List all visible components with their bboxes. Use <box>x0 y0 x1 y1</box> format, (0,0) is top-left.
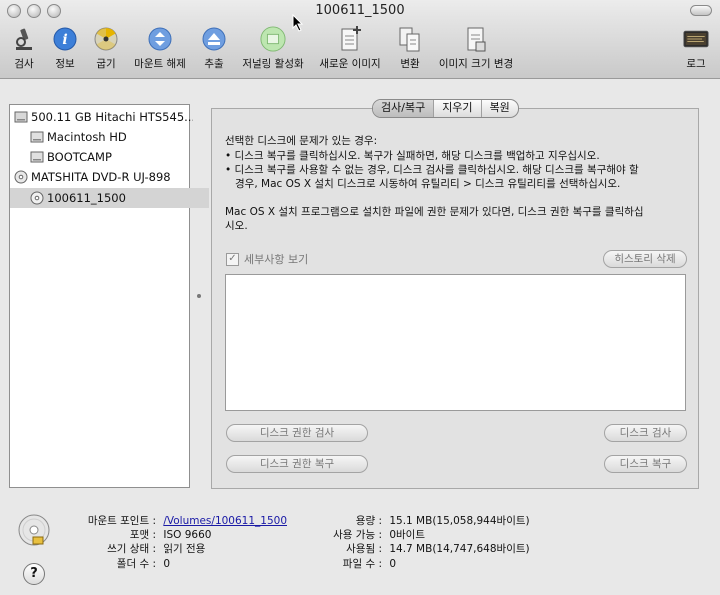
available-row: 사용 가능 : 0바이트 <box>300 528 425 543</box>
info-icon: i <box>52 26 78 52</box>
help-button[interactable]: ? <box>23 563 45 585</box>
available-label: 사용 가능 : <box>333 529 382 541</box>
toolbar-label: 굽기 <box>96 58 116 70</box>
toolbar-label: 추출 <box>204 58 224 70</box>
capacity-row: 용량 : 15.1 MB(15,058,944바이트) <box>300 514 530 529</box>
toolbar-label: 정보 <box>55 58 75 70</box>
sidebar-item-label: 500.11 GB Hitachi HTS545... <box>31 110 193 124</box>
toolbar-label: 검사 <box>14 58 34 70</box>
mouse-pointer-icon <box>292 14 304 32</box>
disk-list-sidebar[interactable]: 500.11 GB Hitachi HTS545... Macintosh HD… <box>9 104 209 488</box>
sidebar-item-label: Macintosh HD <box>47 130 127 144</box>
disc-icon <box>30 191 44 205</box>
microscope-icon <box>11 26 37 52</box>
clear-history-button[interactable]: 히스토리 삭제 <box>603 250 687 268</box>
format-row: 포맷 : ISO 9660 <box>60 528 212 543</box>
mount-point-label: 마운트 포인트 : <box>87 515 156 527</box>
instruction-text: 선택한 디스크에 문제가 있는 경우: <box>225 135 378 147</box>
write-status-value: 읽기 전용 <box>163 543 206 555</box>
disc-image-icon <box>18 514 50 546</box>
sidebar-item-disc-image[interactable]: 100611_1500 <box>10 188 209 208</box>
instruction-text: • 디스크 복구를 클릭하십시오. 복구가 실패하면, 해당 디스크를 백업하고… <box>225 150 600 162</box>
sidebar-item-label: MATSHITA DVD-R UJ-898 <box>31 170 171 184</box>
resize-image-icon <box>463 26 489 52</box>
files-row: 파일 수 : 0 <box>300 557 396 572</box>
write-status-row: 쓰기 상태 : 읽기 전용 <box>60 542 205 557</box>
toolbar-new-image-button[interactable]: 새로운 이미지 <box>316 26 384 71</box>
toolbar-unmount-button[interactable]: 마운트 해제 <box>129 26 191 71</box>
toolbar-info-button[interactable]: i 정보 <box>51 26 79 71</box>
toolbar-label: 저널링 활성화 <box>242 58 304 70</box>
toolbar-label: 로그 <box>686 58 706 70</box>
verify-disk-button[interactable]: 디스크 검사 <box>604 424 687 442</box>
toolbar-label: 새로운 이미지 <box>319 58 381 70</box>
files-value: 0 <box>389 558 397 570</box>
instruction-text: 경우, Mac OS X 설치 디스크로 시동하여 유틸리티 > 디스크 유틸리… <box>225 178 621 190</box>
toolbar-convert-button[interactable]: 변환 <box>396 26 424 71</box>
verify-permissions-button[interactable]: 디스크 권한 검사 <box>226 424 368 442</box>
capacity-value: 15.1 MB(15,058,944바이트) <box>389 515 530 527</box>
sidebar-item-hitachi-disk[interactable]: 500.11 GB Hitachi HTS545... <box>10 107 193 127</box>
folders-label: 폴더 수 : <box>116 558 156 570</box>
toolbar-verify-button[interactable]: 검사 <box>10 26 38 71</box>
checkmark-icon: ✓ <box>226 252 239 266</box>
folders-row: 폴더 수 : 0 <box>60 557 170 572</box>
window-title: 100611_1500 <box>315 3 405 18</box>
volume-icon <box>30 151 44 163</box>
instruction-text: Mac OS X 설치 프로그램으로 설치한 파일에 권한 문제가 있다면, 디… <box>225 206 644 218</box>
tab-restore[interactable]: 복원 <box>480 100 518 117</box>
folders-value: 0 <box>163 558 171 570</box>
hard-disk-icon <box>14 111 28 123</box>
details-log-area[interactable] <box>225 274 686 411</box>
tab-first-aid[interactable]: 검사/복구 <box>373 100 434 117</box>
mount-point-row: 마운트 포인트 : /Volumes/100611_1500 <box>60 514 287 529</box>
toolbar-resize-image-button[interactable]: 이미지 크기 변경 <box>434 26 518 71</box>
new-image-icon <box>337 26 363 52</box>
toolbar-toggle-button[interactable] <box>690 5 712 16</box>
instruction-text: • 디스크 복구를 사용할 수 없는 경우, 디스크 검사를 클릭하십시오. 해… <box>225 164 639 176</box>
format-value: ISO 9660 <box>163 529 212 541</box>
repair-disk-button[interactable]: 디스크 복구 <box>604 455 687 473</box>
split-view-handle[interactable] <box>197 294 201 298</box>
title-bar: 100611_1500 검사 i 정보 굽기 마운트 해제 추출 저널링 활성화… <box>0 0 720 79</box>
toolbar-burn-button[interactable]: 굽기 <box>92 26 120 71</box>
toolbar-label: 마운트 해제 <box>134 58 186 70</box>
available-value: 0바이트 <box>389 529 426 541</box>
tab-erase[interactable]: 지우기 <box>433 100 480 117</box>
unmount-icon <box>147 26 173 52</box>
write-status-label: 쓰기 상태 : <box>107 543 156 555</box>
sidebar-item-label: 100611_1500 <box>47 191 126 205</box>
toolbar-journaling-button[interactable]: 저널링 활성화 <box>236 26 310 71</box>
sidebar-item-macintosh-hd[interactable]: Macintosh HD <box>10 127 209 147</box>
format-label: 포맷 : <box>129 529 156 541</box>
sidebar-item-dvd-drive[interactable]: MATSHITA DVD-R UJ-898 <box>10 167 193 187</box>
files-label: 파일 수 : <box>342 558 382 570</box>
instruction-text: 시오. <box>225 220 248 232</box>
mount-point-link[interactable]: /Volumes/100611_1500 <box>163 515 287 527</box>
svg-text:i: i <box>62 32 67 48</box>
burn-icon <box>93 26 119 52</box>
capacity-label: 용량 : <box>355 515 382 527</box>
disk-utility-window: 100611_1500 검사 i 정보 굽기 마운트 해제 추출 저널링 활성화… <box>0 0 720 595</box>
toolbar-log-button[interactable]: 로그 <box>680 26 712 71</box>
show-details-label: 세부사항 보기 <box>244 253 309 266</box>
toolbar-label: 변환 <box>400 58 420 70</box>
used-row: 사용됨 : 14.7 MB(14,747,648바이트) <box>300 542 530 557</box>
volume-icon <box>30 131 44 143</box>
log-icon <box>683 26 709 52</box>
sidebar-item-bootcamp[interactable]: BOOTCAMP <box>10 147 209 167</box>
tab-bar: 검사/복구 지우기 복원 <box>372 99 519 118</box>
sidebar-item-label: BOOTCAMP <box>47 150 112 164</box>
eject-icon <box>201 26 227 52</box>
toolbar-eject-button[interactable]: 추출 <box>200 26 228 71</box>
journaling-icon <box>260 26 286 52</box>
used-label: 사용됨 : <box>346 543 382 555</box>
used-value: 14.7 MB(14,747,648바이트) <box>389 543 530 555</box>
convert-icon <box>397 26 423 52</box>
toolbar-label: 이미지 크기 변경 <box>438 58 514 70</box>
repair-permissions-button[interactable]: 디스크 권한 복구 <box>226 455 368 473</box>
show-details-checkbox[interactable]: ✓ 세부사항 보기 <box>226 251 308 267</box>
optical-drive-icon <box>14 170 28 184</box>
